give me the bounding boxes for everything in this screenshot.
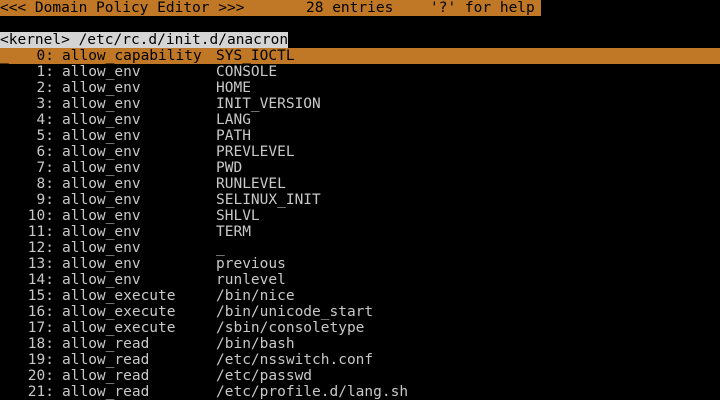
policy-entry-row[interactable]: 7: allow_env PWD	[0, 160, 720, 176]
entry-directive: allow_env	[62, 144, 141, 160]
entry-directive: allow_capability	[62, 48, 202, 64]
entry-argument: /etc/nsswitch.conf	[216, 352, 374, 368]
policy-entry-row[interactable]: 3: allow_env INIT_VERSION	[0, 96, 720, 112]
policy-entry-row[interactable]: 17: allow_execute/sbin/consoletype	[0, 320, 720, 336]
terminal-screen: <<< Domain Policy Editor >>> 28 entries …	[0, 0, 720, 400]
entry-directive: allow_read	[62, 352, 150, 368]
entry-argument: TERM	[216, 224, 251, 240]
entry-directive: allow_env	[62, 80, 141, 96]
entry-directive: allow_env	[62, 208, 141, 224]
entry-index: 21:	[27, 384, 54, 400]
policy-entry-row[interactable]: 13: allow_env previous	[0, 256, 720, 272]
entry-argument: _	[216, 240, 225, 256]
policy-entry-row[interactable]: 4: allow_env LANG	[0, 112, 720, 128]
entry-index: 4:	[36, 112, 54, 128]
policy-entry-row[interactable]: 1: allow_env CONSOLE	[0, 64, 720, 80]
policy-entry-row[interactable]: 14: allow_env runlevel	[0, 272, 720, 288]
policy-entry-row[interactable]: 2: allow_env HOME	[0, 80, 720, 96]
entry-index: 10:	[27, 208, 54, 224]
entry-index: 7:	[36, 160, 54, 176]
entry-index: 2:	[36, 80, 54, 96]
entry-argument: /bin/unicode_start	[216, 304, 374, 320]
entry-argument: CONSOLE	[216, 64, 278, 80]
entry-index: 1:	[36, 64, 54, 80]
entry-index: 16:	[27, 304, 54, 320]
entry-argument: PWD	[216, 160, 243, 176]
entry-argument: INIT_VERSION	[216, 96, 321, 112]
entry-argument: previous	[216, 256, 286, 272]
editor-header-bar: <<< Domain Policy Editor >>> 28 entries …	[0, 0, 541, 16]
entry-argument: LANG	[216, 112, 251, 128]
entry-argument: /sbin/consoletype	[216, 320, 365, 336]
entry-count: 28 entries	[306, 0, 394, 16]
policy-entry-row[interactable]: 16: allow_execute/bin/unicode_start	[0, 304, 720, 320]
entry-directive: allow_read	[62, 336, 150, 352]
entry-index: 14:	[27, 272, 54, 288]
entry-index: 6:	[36, 144, 54, 160]
entry-argument: runlevel	[216, 272, 286, 288]
entry-directive: allow_env	[62, 192, 141, 208]
entry-argument: HOME	[216, 80, 251, 96]
policy-entry-row-selected[interactable]: _ 0: allow_capability SYS_IOCTL	[0, 48, 720, 64]
entry-argument: SYS_IOCTL	[216, 48, 295, 64]
entry-directive: allow_env	[62, 256, 141, 272]
entry-index: 3:	[36, 96, 54, 112]
entry-index: 18:	[27, 336, 54, 352]
entry-argument: SELINUX_INIT	[216, 192, 321, 208]
policy-entry-row[interactable]: 9: allow_env SELINUX_INIT	[0, 192, 720, 208]
policy-entry-row[interactable]: 21: allow_read/etc/profile.d/lang.sh	[0, 384, 720, 400]
entry-directive: allow_env	[62, 240, 141, 256]
entry-argument: /bin/bash	[216, 336, 295, 352]
entry-argument: SHLVL	[216, 208, 260, 224]
entry-index: 11:	[27, 224, 54, 240]
entry-index: 5:	[36, 128, 54, 144]
policy-entry-row[interactable]: 19: allow_read/etc/nsswitch.conf	[0, 352, 720, 368]
entry-directive: allow_execute	[62, 320, 176, 336]
entry-index: 8:	[36, 176, 54, 192]
entry-index: 13:	[27, 256, 54, 272]
entry-directive: allow_execute	[62, 304, 176, 320]
entry-index: 0:	[36, 48, 54, 64]
policy-entry-row[interactable]: 6: allow_env PREVLEVEL	[0, 144, 720, 160]
entry-argument: /etc/passwd	[216, 368, 313, 384]
current-domain: <kernel> /etc/rc.d/init.d/anacron	[0, 32, 289, 48]
entry-directive: allow_env	[62, 176, 141, 192]
entry-directive: allow_execute	[62, 288, 176, 304]
policy-entry-row[interactable]: 15: allow_execute/bin/nice	[0, 288, 720, 304]
entry-argument: RUNLEVEL	[216, 176, 286, 192]
entry-argument: PATH	[216, 128, 251, 144]
help-hint: '?' for help	[430, 0, 535, 16]
editor-title: <<< Domain Policy Editor >>>	[0, 0, 245, 16]
policy-entry-row[interactable]: 20: allow_read/etc/passwd	[0, 368, 720, 384]
entry-directive: allow_env	[62, 224, 141, 240]
entry-index: 15:	[27, 288, 54, 304]
entry-argument: PREVLEVEL	[216, 144, 295, 160]
entry-argument: /etc/profile.d/lang.sh	[216, 384, 409, 400]
entry-index: 17:	[27, 320, 54, 336]
policy-entry-row[interactable]: 8: allow_env RUNLEVEL	[0, 176, 720, 192]
entry-index: 20:	[27, 368, 54, 384]
entry-directive: allow_env	[62, 160, 141, 176]
entry-directive: allow_env	[62, 96, 141, 112]
entry-index: 12:	[27, 240, 54, 256]
entry-directive: allow_read	[62, 368, 150, 384]
policy-entry-row[interactable]: 5: allow_env PATH	[0, 128, 720, 144]
entry-index: 19:	[27, 352, 54, 368]
policy-entry-row[interactable]: 18: allow_read/bin/bash	[0, 336, 720, 352]
entry-directive: allow_env	[62, 64, 141, 80]
entry-index: 9:	[36, 192, 54, 208]
entry-directive: allow_env	[62, 128, 141, 144]
entry-directive: allow_env	[62, 272, 141, 288]
policy-entry-row[interactable]: 12: allow_env _	[0, 240, 720, 256]
entry-directive: allow_read	[62, 384, 150, 400]
policy-entry-row[interactable]: 11: allow_env TERM	[0, 224, 720, 240]
entry-argument: /bin/nice	[216, 288, 295, 304]
entry-directive: allow_env	[62, 112, 141, 128]
policy-entry-row[interactable]: 10: allow_env SHLVL	[0, 208, 720, 224]
